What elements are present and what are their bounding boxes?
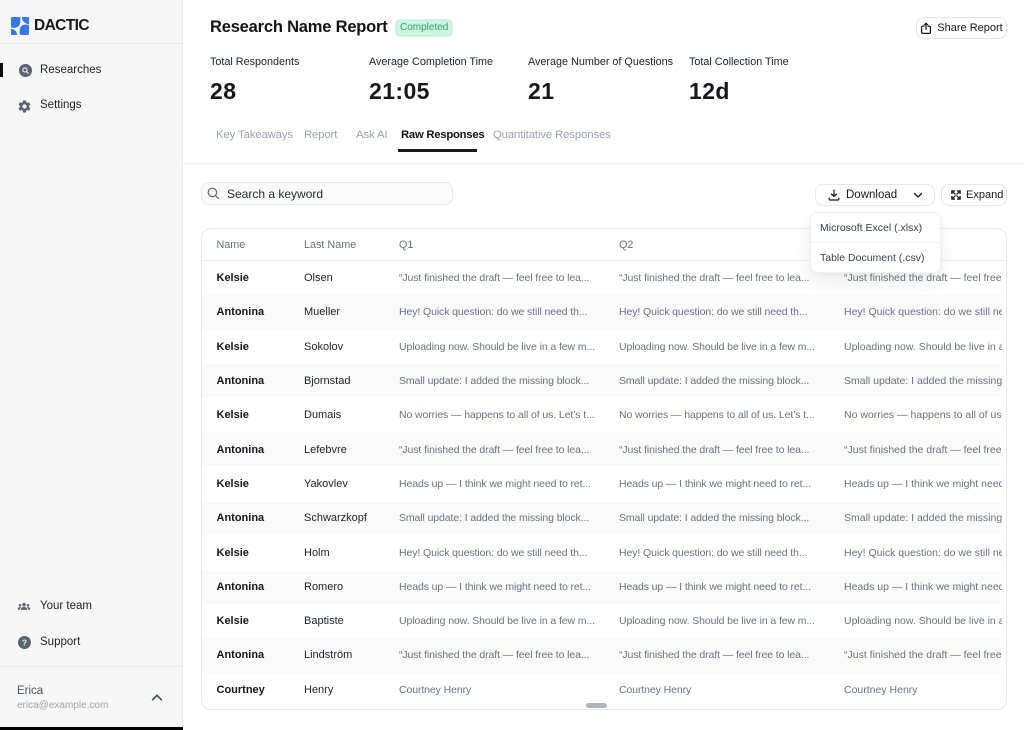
svg-text:?: ? [22,637,27,647]
